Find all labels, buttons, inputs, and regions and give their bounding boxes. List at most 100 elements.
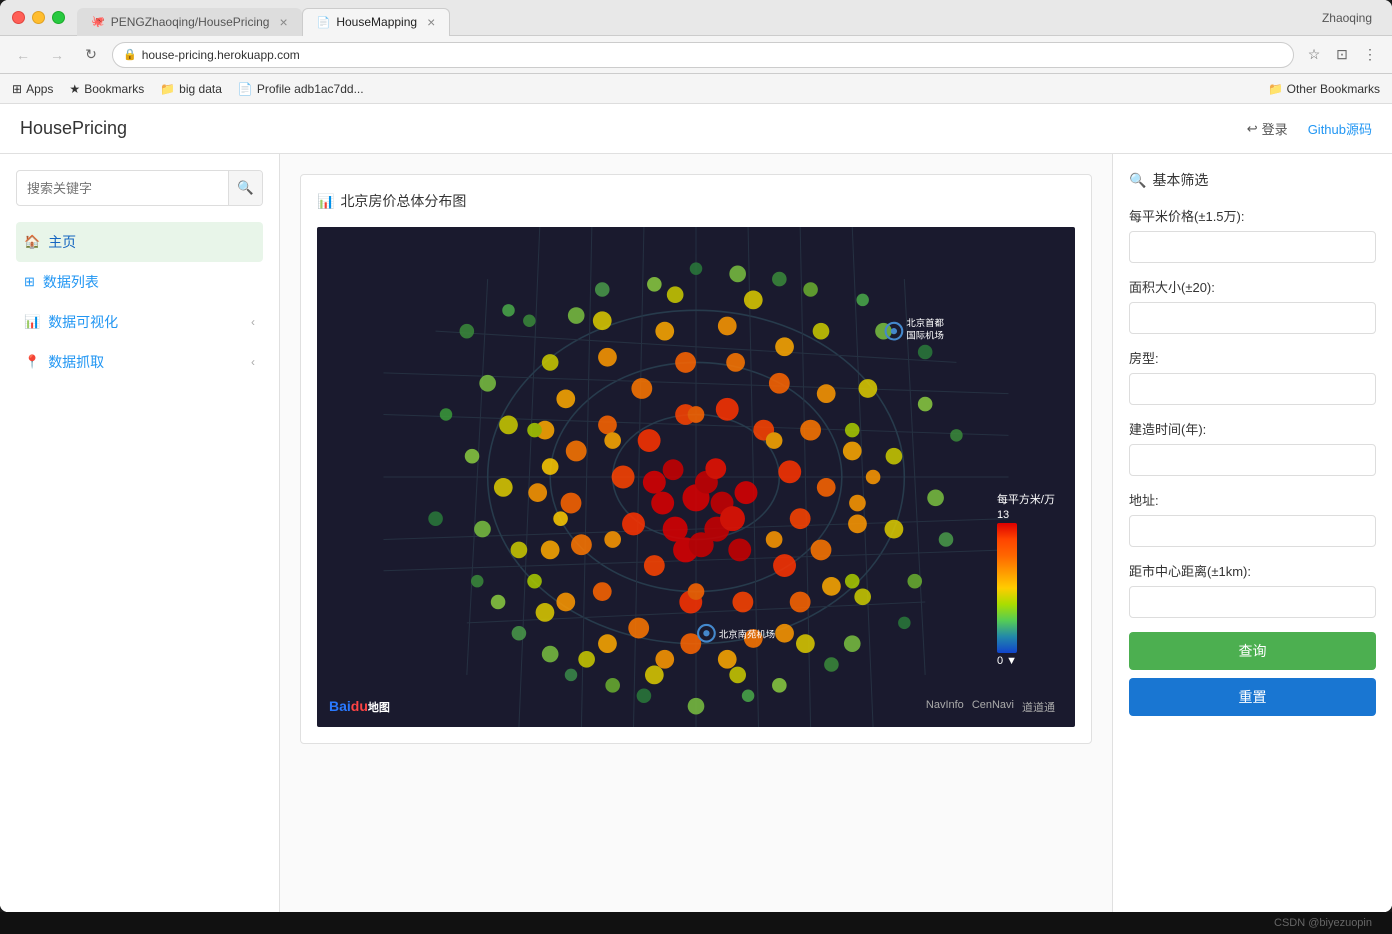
sidebar-item-crawl[interactable]: 📍 数据抓取 ‹ xyxy=(16,342,263,382)
reset-button[interactable]: 重置 xyxy=(1129,678,1376,716)
sidebar-crawl-label: 数据抓取 xyxy=(48,352,104,372)
baidu-watermark: Baidu地图 xyxy=(329,698,390,715)
panel-title-text: 北京房价总体分布图 xyxy=(340,191,466,211)
navinfo-label: NavInfo xyxy=(926,699,964,715)
chart-title-icon: 📊 xyxy=(317,193,334,210)
legend-min: 0 xyxy=(997,655,1003,667)
legend-bar xyxy=(997,523,1017,653)
legend-arrow: ▼ xyxy=(1006,655,1017,667)
room-type-label: 房型: xyxy=(1129,348,1376,367)
year-input[interactable] xyxy=(1129,444,1376,476)
baidu-bai: Bai xyxy=(329,698,351,714)
address-label: 地址: xyxy=(1129,490,1376,509)
header-actions: ↩ 登录 Github源码 xyxy=(1247,119,1372,138)
nav-actions: ☆ ⊡ ⋮ xyxy=(1302,43,1382,67)
close-button[interactable] xyxy=(12,11,25,24)
tab-github-close[interactable]: × xyxy=(279,14,287,30)
baidu-map: 地图 xyxy=(368,702,390,714)
legend-min-row: 0 ▼ xyxy=(997,655,1017,667)
table-icon: ⊞ xyxy=(24,274,35,290)
back-button[interactable]: ← xyxy=(10,42,36,68)
github-source-button[interactable]: Github源码 xyxy=(1308,119,1372,138)
legend-max: 13 xyxy=(997,509,1009,521)
search-icon: 🔍 xyxy=(237,180,254,196)
menu-button[interactable]: ⋮ xyxy=(1358,43,1382,67)
address-bar[interactable]: 🔒 house-pricing.herokuapp.com xyxy=(112,42,1294,68)
tab-github[interactable]: 🐙 PENGZhaoqing/HousePricing × xyxy=(77,8,302,36)
distance-label: 距市中心距离(±1km): xyxy=(1129,561,1376,580)
tab-housemapping-close[interactable]: × xyxy=(427,14,435,30)
filter-panel: 🔍 基本筛选 每平米价格(±1.5万): 面积大小(±20): 房型: 建造时间 xyxy=(1112,154,1392,912)
page-icon: 📄 xyxy=(317,16,331,29)
tab-housemapping-label: HouseMapping xyxy=(336,15,417,29)
svg-text:北京南苑机场: 北京南苑机场 xyxy=(719,628,775,639)
user-name: Zhaoqing xyxy=(1322,11,1380,25)
main-panel: 📊 北京房价总体分布图 xyxy=(280,154,1112,912)
search-button[interactable]: 🔍 xyxy=(228,171,262,205)
address-filter: 地址: xyxy=(1129,490,1376,547)
apps-label: Apps xyxy=(26,82,53,96)
bookmark-bigdata[interactable]: 📁 big data xyxy=(160,82,222,96)
map-svg: 北京首都 国际机场 北京南苑机场 xyxy=(317,227,1075,727)
sidebar: 🔍 🏠 主页 ⊞ 数据列表 📊 数据可视化 ‹ 📍 xyxy=(0,154,280,912)
room-type-input[interactable] xyxy=(1129,373,1376,405)
map-card: 📊 北京房价总体分布图 xyxy=(300,174,1092,744)
bookmark-profile[interactable]: 📄 Profile adb1ac7dd... xyxy=(238,82,364,96)
minimize-button[interactable] xyxy=(32,11,45,24)
maximize-button[interactable] xyxy=(52,11,65,24)
forward-button[interactable]: → xyxy=(44,42,70,68)
address-input[interactable] xyxy=(1129,515,1376,547)
app-logo: HousePricing xyxy=(20,118,127,139)
extensions-button[interactable]: ⊡ xyxy=(1330,43,1354,67)
main-layout: 🔍 🏠 主页 ⊞ 数据列表 📊 数据可视化 ‹ 📍 xyxy=(0,154,1392,912)
bookmark-bookmarks[interactable]: ★ Bookmarks xyxy=(69,82,144,96)
address-text: house-pricing.herokuapp.com xyxy=(142,48,300,62)
pin-icon: 📍 xyxy=(24,354,40,370)
baidu-du: du xyxy=(351,698,368,714)
app-header: HousePricing ↩ 登录 Github源码 xyxy=(0,104,1392,154)
bigdata-label: big data xyxy=(179,82,222,96)
legend-title: 每平方米/万 xyxy=(997,491,1055,507)
area-filter: 面积大小(±20): xyxy=(1129,277,1376,334)
app-content: HousePricing ↩ 登录 Github源码 🔍 xyxy=(0,104,1392,912)
tab-housemapping[interactable]: 📄 HouseMapping × xyxy=(302,8,451,36)
tab-bar: 🐙 PENGZhaoqing/HousePricing × 📄 HouseMap… xyxy=(77,0,1322,36)
profile-label: Profile adb1ac7dd... xyxy=(257,82,364,96)
distance-filter: 距市中心距离(±1km): xyxy=(1129,561,1376,618)
bookmarks-label: Bookmarks xyxy=(84,82,144,96)
map-legend: 每平方米/万 13 0 ▼ xyxy=(997,491,1055,667)
chart-icon: 📊 xyxy=(24,314,40,330)
search-box[interactable]: 🔍 xyxy=(16,170,263,206)
sidebar-item-home[interactable]: 🏠 主页 xyxy=(16,222,263,262)
query-button[interactable]: 查询 xyxy=(1129,632,1376,670)
footer-text: CSDN @biyezuopin xyxy=(1274,917,1372,929)
login-label: 登录 xyxy=(1262,119,1288,138)
other-bookmarks-label: Other Bookmarks xyxy=(1287,82,1380,96)
folder-icon: 📁 xyxy=(160,82,175,96)
year-filter: 建造时间(年): xyxy=(1129,419,1376,476)
sidebar-item-visualization[interactable]: 📊 数据可视化 ‹ xyxy=(16,302,263,342)
home-icon: 🏠 xyxy=(24,234,40,250)
apps-icon: ⊞ xyxy=(12,82,22,96)
area-input[interactable] xyxy=(1129,302,1376,334)
nav-bar: ← → ↻ 🔒 house-pricing.herokuapp.com ☆ ⊡ … xyxy=(0,36,1392,74)
filter-icon: 🔍 xyxy=(1129,172,1146,189)
star-button[interactable]: ☆ xyxy=(1302,43,1326,67)
distance-input[interactable] xyxy=(1129,586,1376,618)
price-input[interactable] xyxy=(1129,231,1376,263)
browser-footer: CSDN @biyezuopin xyxy=(0,912,1392,934)
svg-text:北京首都: 北京首都 xyxy=(906,317,943,328)
sidebar-datalist-label: 数据列表 xyxy=(43,272,99,292)
other-bookmarks[interactable]: 📁 Other Bookmarks xyxy=(1268,82,1380,96)
search-input[interactable] xyxy=(17,174,228,203)
filter-title: 🔍 基本筛选 xyxy=(1129,170,1376,190)
filter-title-text: 基本筛选 xyxy=(1152,170,1208,190)
sidebar-item-datalist[interactable]: ⊞ 数据列表 xyxy=(16,262,263,302)
bookmark-apps[interactable]: ⊞ Apps xyxy=(12,82,53,96)
room-type-filter: 房型: xyxy=(1129,348,1376,405)
area-label: 面积大小(±20): xyxy=(1129,277,1376,296)
login-button[interactable]: ↩ 登录 xyxy=(1247,119,1288,138)
refresh-button[interactable]: ↻ xyxy=(78,42,104,68)
map-nav-credits: NavInfo CenNavi 道道通 xyxy=(926,699,1055,715)
profile-icon: 📄 xyxy=(238,82,253,96)
